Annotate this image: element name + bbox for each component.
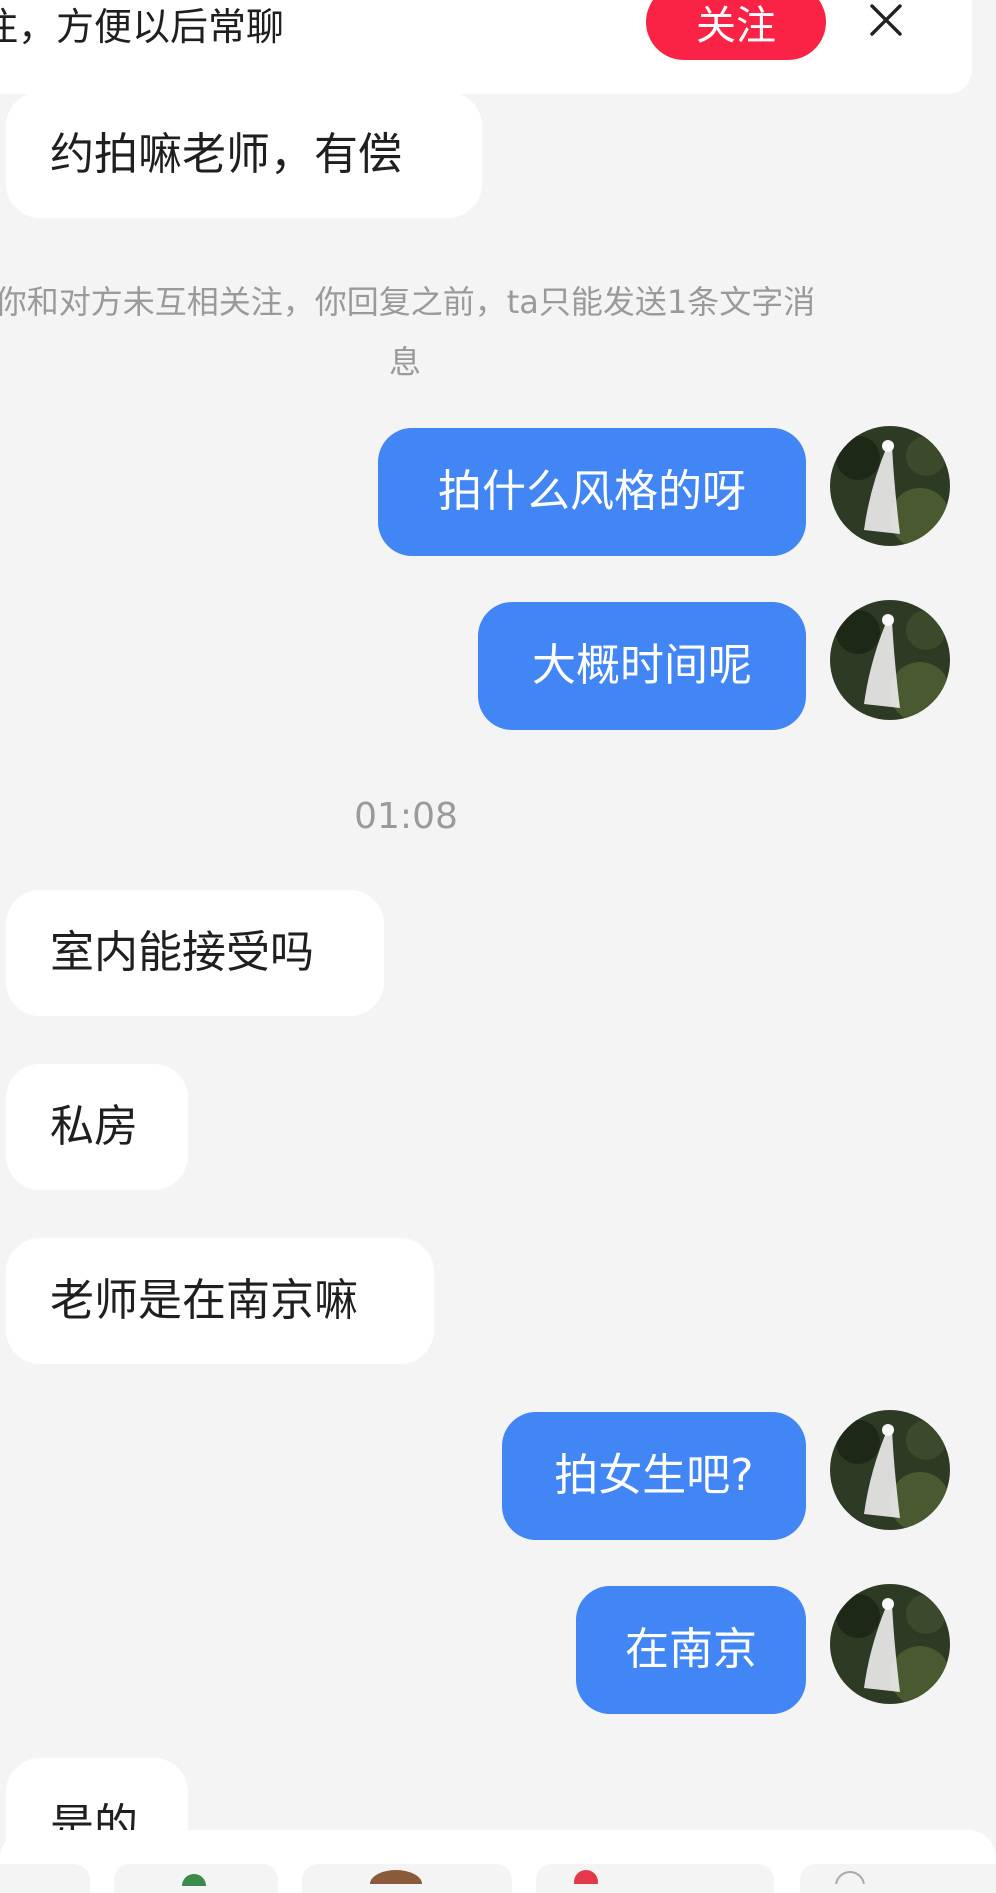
follow-notice: 你和对方未互相关注，你回复之前，ta只能发送1条文字消息 [0, 283, 816, 381]
message-text: 私房 [50, 1101, 138, 1152]
emoji-card[interactable] [302, 1864, 512, 1893]
follow-button[interactable]: 关注 [646, 0, 826, 60]
avatar[interactable] [830, 1584, 950, 1704]
avatar[interactable] [830, 426, 950, 546]
message-incoming[interactable]: 室内能接受吗 [6, 890, 384, 1016]
message-text: 拍女生吧? [554, 1450, 754, 1501]
emoji-card[interactable] [114, 1864, 278, 1893]
message-incoming[interactable]: 老师是在南京嘛 [6, 1238, 434, 1364]
sticker-icon [574, 1870, 598, 1884]
avatar[interactable] [830, 1410, 950, 1530]
message-text: 拍什么风格的呀 [438, 466, 746, 517]
chat-screen: 注，方便以后常聊 关注 约拍嘛老师，有偿 你和对方未互相关注，你回复之前，ta只… [0, 0, 996, 1893]
emoji-card[interactable] [800, 1864, 996, 1893]
message-text: 大概时间呢 [532, 640, 752, 691]
close-icon[interactable] [868, 2, 904, 38]
emoji-card[interactable] [536, 1864, 774, 1893]
avatar[interactable] [830, 600, 950, 720]
message-outgoing[interactable]: 大概时间呢 [478, 602, 806, 730]
follow-banner: 注，方便以后常聊 关注 [0, 0, 972, 94]
message-text: 老师是在南京嘛 [50, 1275, 358, 1326]
message-outgoing[interactable]: 在南京 [576, 1586, 806, 1714]
message-text: 在南京 [625, 1624, 757, 1675]
message-incoming[interactable]: 私房 [6, 1064, 188, 1190]
message-outgoing[interactable]: 拍女生吧? [502, 1412, 806, 1540]
message-text: 约拍嘛老师，有偿 [50, 129, 402, 180]
sticker-icon [182, 1874, 206, 1886]
follow-banner-text: 注，方便以后常聊 [0, 5, 285, 49]
emoji-card[interactable] [0, 1864, 90, 1893]
sticker-icon [370, 1870, 422, 1884]
message-incoming[interactable]: 约拍嘛老师，有偿 [6, 92, 482, 218]
message-outgoing[interactable]: 拍什么风格的呀 [378, 428, 806, 556]
sticker-icon [835, 1871, 865, 1884]
message-timestamp: 01:08 [354, 796, 458, 837]
message-text: 室内能接受吗 [50, 927, 314, 978]
